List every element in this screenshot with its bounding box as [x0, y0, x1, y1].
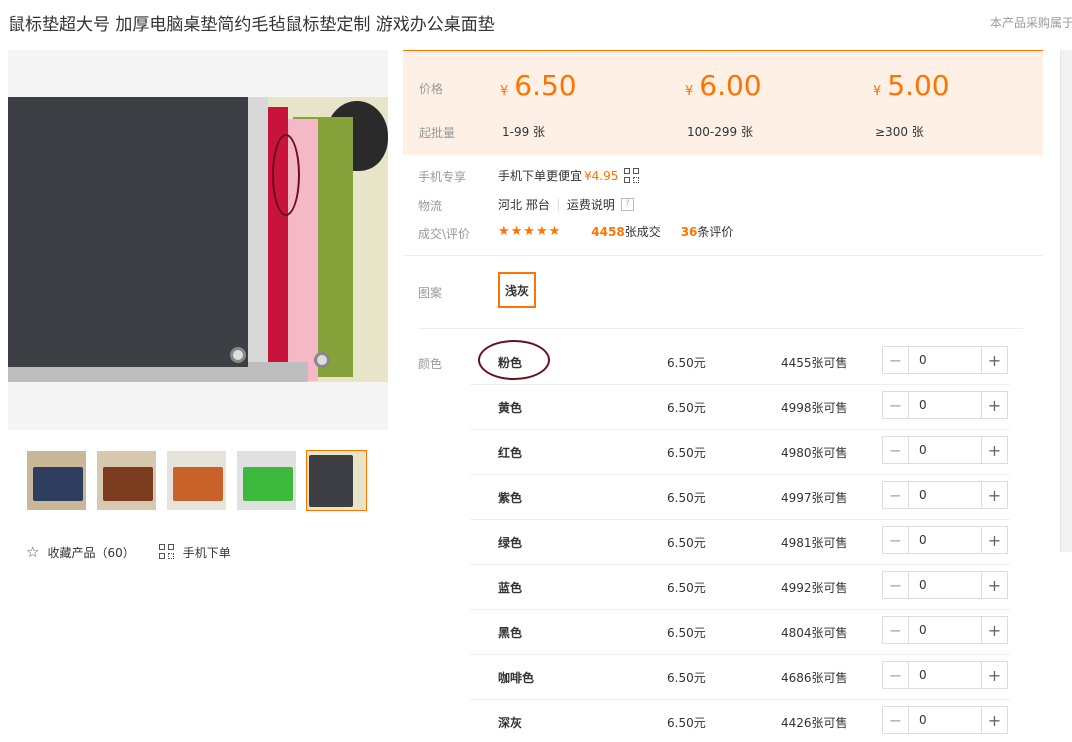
- grommet: [314, 352, 330, 368]
- increase-button[interactable]: +: [981, 437, 1007, 463]
- thumbnail-2[interactable]: [96, 450, 157, 511]
- annotation-ellipse: [272, 134, 300, 216]
- quantity-stepper: − 0 +: [882, 616, 1008, 644]
- product-actions: ☆ 收藏产品（60） 手机下单: [26, 543, 231, 561]
- thumbnail-strip: [26, 450, 367, 511]
- increase-button[interactable]: +: [981, 392, 1007, 418]
- quantity-input[interactable]: 0: [909, 482, 981, 508]
- reviews-count[interactable]: 36: [681, 225, 698, 239]
- quantity-stepper: − 0 +: [882, 571, 1008, 599]
- pattern-label: 图案: [418, 286, 443, 300]
- help-icon[interactable]: ?: [620, 198, 634, 211]
- decrease-button[interactable]: −: [883, 482, 909, 508]
- sku-row: 蓝色 6.50元 4992张可售 − 0 +: [470, 565, 1010, 610]
- quantity-input[interactable]: 0: [909, 437, 981, 463]
- deals-count[interactable]: 4458: [591, 225, 624, 239]
- divider: [403, 255, 1043, 256]
- mobile-exclusive-value[interactable]: 手机下单更便宜 ¥4.95: [498, 167, 640, 184]
- sku-row: 红色 6.50元 4980张可售 − 0 +: [470, 430, 1010, 475]
- increase-button[interactable]: +: [981, 707, 1007, 733]
- mobile-exclusive-label: 手机专享: [418, 170, 467, 184]
- price-box: 价格 起批量 ¥6.50 ¥6.00 ¥5.00 1-99 张 100-299 …: [403, 50, 1043, 155]
- logistics-label: 物流: [418, 199, 443, 213]
- increase-button[interactable]: +: [981, 527, 1007, 553]
- quantity-input[interactable]: 0: [909, 617, 981, 643]
- deals-reviews-label: 成交\评价: [418, 227, 471, 241]
- pattern-option-light-gray[interactable]: 浅灰: [498, 272, 536, 308]
- sku-row: 黄色 6.50元 4998张可售 − 0 +: [470, 385, 1010, 430]
- moq-tier-3: ≥300 张: [875, 125, 924, 139]
- quantity-input[interactable]: 0: [909, 572, 981, 598]
- main-product-image[interactable]: [8, 50, 388, 430]
- price-tier-2: ¥6.00: [685, 69, 762, 102]
- product-photo: [8, 97, 388, 382]
- moq-tier-1: 1-99 张: [502, 125, 546, 139]
- quantity-input[interactable]: 0: [909, 527, 981, 553]
- thumbnail-5[interactable]: [306, 450, 367, 511]
- increase-button[interactable]: +: [981, 617, 1007, 643]
- price-label: 价格: [419, 82, 444, 96]
- decrease-button[interactable]: −: [883, 347, 909, 373]
- thumbnail-4[interactable]: [236, 450, 297, 511]
- scrollbar[interactable]: [1060, 50, 1072, 552]
- quantity-input[interactable]: 0: [909, 707, 981, 733]
- favorite-label: 收藏产品（60）: [47, 545, 135, 560]
- felt-dark-gray: [8, 97, 248, 367]
- mobile-order-button[interactable]: 手机下单: [158, 543, 231, 561]
- decrease-button[interactable]: −: [883, 437, 909, 463]
- price-tier-3: ¥5.00: [873, 69, 950, 102]
- quantity-stepper: − 0 +: [882, 391, 1008, 419]
- deals-reviews-value: ★★★★★ 4458 张成交 36 条评价: [498, 224, 734, 239]
- sku-row: 绿色 6.50元 4981张可售 − 0 +: [470, 520, 1010, 565]
- price-tier-1: ¥6.50: [500, 69, 577, 102]
- qr-code-icon[interactable]: [624, 167, 640, 184]
- decrease-button[interactable]: −: [883, 707, 909, 733]
- star-icon: ☆: [26, 543, 40, 561]
- sku-row: 咖啡色 6.50元 4686张可售 − 0 +: [470, 655, 1010, 700]
- product-title: 鼠标垫超大号 加厚电脑桌垫简约毛毡鼠标垫定制 游戏办公桌面垫: [8, 15, 495, 35]
- grommet: [230, 347, 246, 363]
- shipping-info-link[interactable]: 运费说明: [567, 196, 615, 213]
- quantity-input[interactable]: 0: [909, 347, 981, 373]
- logistics-value: 河北 邢台 运费说明 ?: [498, 196, 634, 213]
- quantity-stepper: − 0 +: [882, 436, 1008, 464]
- increase-button[interactable]: +: [981, 482, 1007, 508]
- procurement-notice: 本产品采购属于: [990, 16, 1072, 30]
- sku-row: 粉色 6.50元 4455张可售 − 0 +: [470, 340, 1010, 385]
- quantity-input[interactable]: 0: [909, 662, 981, 688]
- increase-button[interactable]: +: [981, 662, 1007, 688]
- sku-row: 黑色 6.50元 4804张可售 − 0 +: [470, 610, 1010, 655]
- quantity-stepper: − 0 +: [882, 346, 1008, 374]
- moq-label: 起批量: [419, 126, 456, 140]
- sku-row: 深灰 6.50元 4426张可售 − 0 +: [470, 700, 1010, 742]
- rating-stars: ★★★★★: [498, 224, 562, 239]
- annotation-circle: [478, 340, 550, 380]
- moq-tier-2: 100-299 张: [687, 125, 753, 139]
- decrease-button[interactable]: −: [883, 392, 909, 418]
- increase-button[interactable]: +: [981, 347, 1007, 373]
- divider: [557, 198, 559, 211]
- sku-row: 紫色 6.50元 4997张可售 − 0 +: [470, 475, 1010, 520]
- increase-button[interactable]: +: [981, 572, 1007, 598]
- decrease-button[interactable]: −: [883, 617, 909, 643]
- thumbnail-3[interactable]: [166, 450, 227, 511]
- favorite-button[interactable]: ☆ 收藏产品（60）: [26, 543, 135, 561]
- decrease-button[interactable]: −: [883, 572, 909, 598]
- logistics-location: 河北 邢台: [498, 198, 550, 212]
- quantity-stepper: − 0 +: [882, 526, 1008, 554]
- mobile-order-label: 手机下单: [182, 545, 231, 560]
- quantity-stepper: − 0 +: [882, 706, 1008, 734]
- quantity-input[interactable]: 0: [909, 392, 981, 418]
- thumbnail-1[interactable]: [26, 450, 87, 511]
- quantity-stepper: − 0 +: [882, 481, 1008, 509]
- color-label: 颜色: [418, 357, 443, 371]
- decrease-button[interactable]: −: [883, 662, 909, 688]
- quantity-stepper: − 0 +: [882, 661, 1008, 689]
- qr-code-icon: [158, 544, 175, 560]
- divider: [418, 328, 1023, 329]
- decrease-button[interactable]: −: [883, 527, 909, 553]
